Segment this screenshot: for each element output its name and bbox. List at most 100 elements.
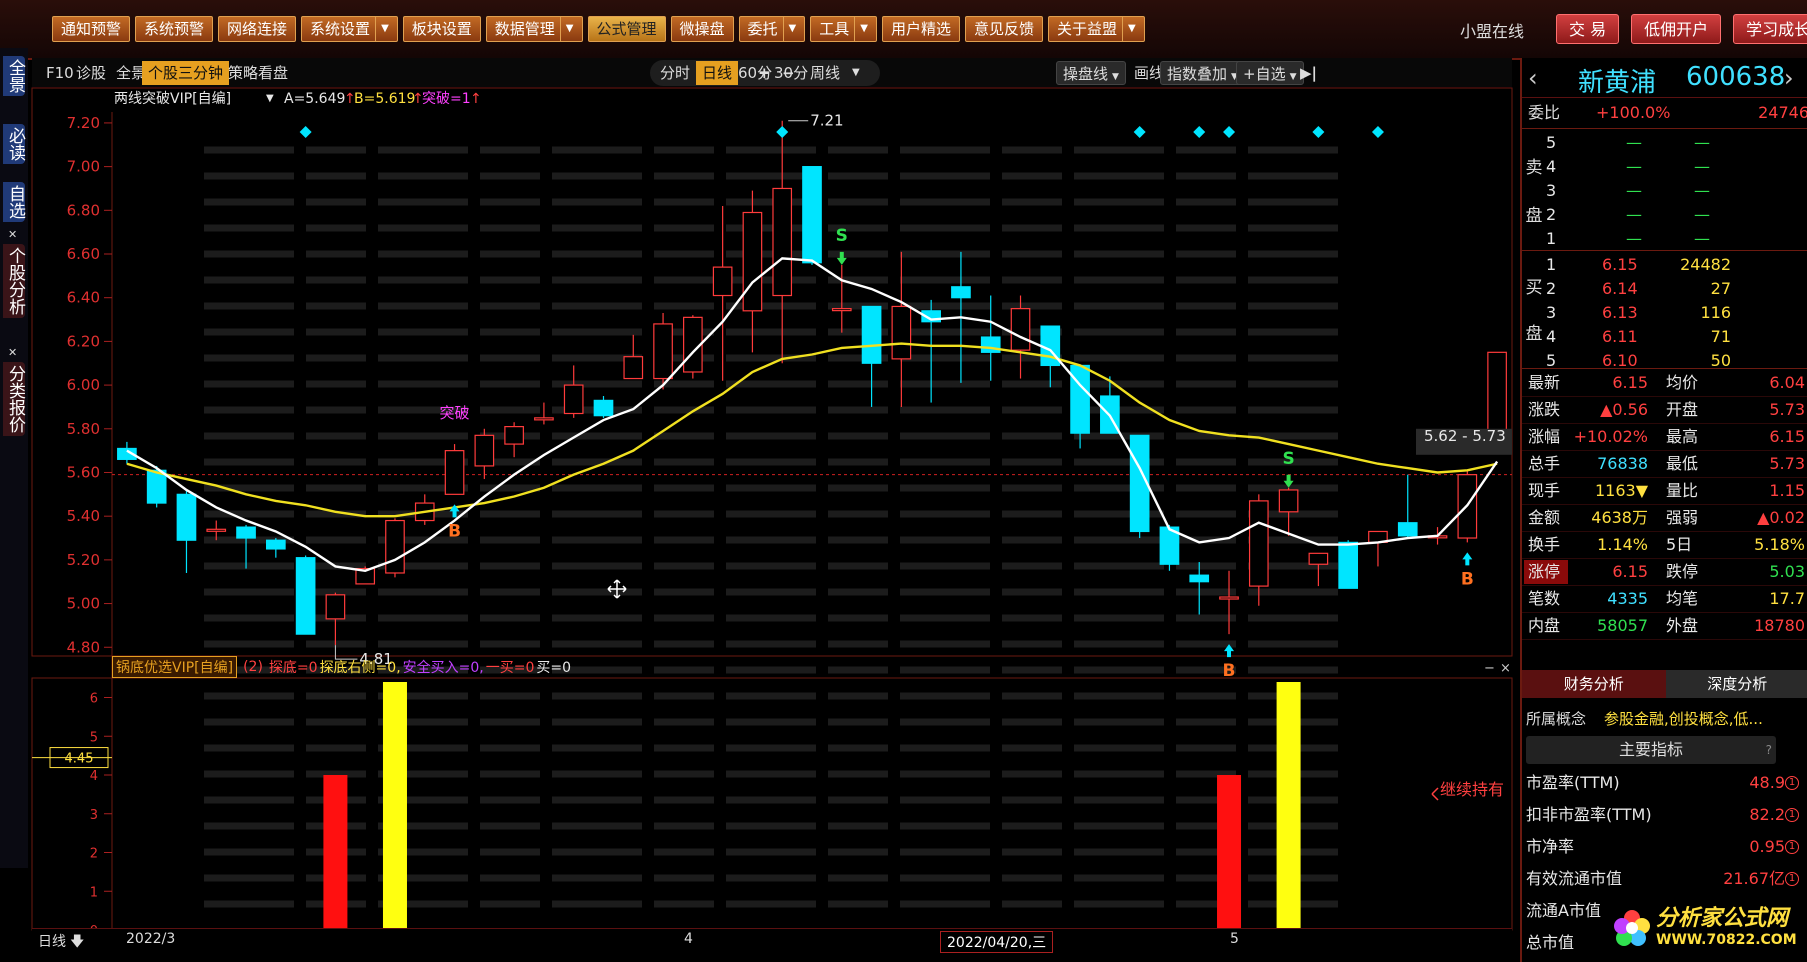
financial-label: 扣非市盈率(TTM) [1526,805,1652,824]
level-price: — [1626,205,1642,224]
level-volume: — [1694,157,1710,176]
buy-arrow-icon [1462,552,1473,566]
sub-tick-label: 2 [90,847,98,862]
candle [504,422,524,458]
breakout-label: 突破 [440,404,470,422]
sub-tick-label: 3 [90,808,98,823]
level-volume: 116 [1700,303,1731,322]
toolbar-left-3[interactable]: 个股三分钟 [142,61,230,85]
stock-header: ‹ 新黄浦 600638 › [1522,58,1807,98]
toolbar-right-0[interactable]: 操盘线 ▼ [1056,61,1126,85]
zoom-out-button[interactable]: − [776,61,801,85]
flower-logo-icon [1614,910,1650,946]
candle [1129,434,1150,539]
dropdown-icon[interactable]: ▼ [1112,72,1119,82]
candle-body [474,434,495,467]
candle [236,524,256,569]
quote-panel: ‹ 新黄浦 600638 › 委比 +100.0% 24746 5 — — 4 — — 3 —… [1520,58,1807,962]
analysis-tab-0[interactable]: 财务分析 [1522,670,1666,698]
toolbar-right-label: 操盘线 [1063,65,1109,83]
period-tab-0[interactable]: 分时 [654,61,696,85]
buy-level-row: 2 6.14 27 [1522,276,1807,302]
level-price: — [1626,157,1642,176]
top-marker-diamond [1133,126,1146,138]
row-divider [1522,639,1807,640]
sub-minimize-icon[interactable]: − [1484,661,1495,676]
buy-signal-label: B [1223,661,1236,681]
indicator-value-breakout: 突破=1 [422,91,471,107]
candle [176,489,197,573]
candle-body [563,384,584,415]
info-circle-icon[interactable]: 1 [1785,808,1799,822]
concept-row: 所属概念 参股金融,创投概念,低... [1522,706,1807,732]
candle [563,365,584,418]
candle-body [146,469,167,504]
financial-row: 市盈率(TTM) 48.9 [1522,770,1807,796]
candle [414,494,435,525]
main-indicator-name[interactable]: 两线突破VIP[自编] [114,88,231,110]
logo-text: 分析家公式网 [1656,906,1789,931]
quote-value: +10.02% [1573,427,1648,446]
stock-code: 600638 [1686,62,1786,92]
sub-tick-label: 4 [90,769,98,784]
top-marker-diamond [1193,126,1206,138]
price-tick-label: 6.60 [67,245,100,263]
info-circle-icon[interactable]: 1 [1785,872,1799,886]
collapse-panel-icon[interactable]: ▶| [1294,61,1323,85]
quote-row: 内盘 58057 外盘 18780 [1522,613,1807,639]
quote-label: 总手 [1528,454,1561,473]
info-circle-icon[interactable]: 1 [1785,776,1799,790]
sub-value-label: 4.45 [65,752,94,767]
analysis-tab-1[interactable]: 深度分析 [1665,670,1807,698]
price-tick-label: 5.60 [67,463,100,481]
main-indicators-header[interactable]: 主要指标 ? [1526,736,1776,764]
bottom-indicator-name[interactable]: 锅底优选VIP[自编] [112,656,238,678]
top-marker-diamond [776,126,789,138]
financial-row: 有效流通市值 21.67亿 [1522,866,1807,892]
toolbar-left-1[interactable]: 诊股 [70,61,112,85]
period-label[interactable]: 日线 [38,931,66,951]
level-num: 2 [1546,279,1557,298]
zoom-in-button[interactable]: + [752,61,777,85]
bottom-indicator-value-4: 买=0 [536,660,572,676]
bottom-indicator-param: (2) [243,659,263,675]
quote-value: 6.15 [1769,427,1805,446]
price-tick-label: 6.20 [67,332,100,350]
help-icon[interactable]: ? [1766,736,1772,764]
quote-label: 最新 [1528,373,1561,392]
main-indicator-dropdown-icon[interactable]: ▼ [266,88,274,110]
sub-close-icon[interactable]: × [1500,661,1511,676]
date-label-1: 2022/3 [126,931,176,947]
level-num: 3 [1546,181,1557,200]
signal-bar [382,682,407,930]
quote-row: 最新 6.15 均价 6.04 [1522,370,1807,396]
toolbar-left-4[interactable]: 策略看盘 [222,61,294,85]
bottom-indicator-bar: 锅底优选VIP[自编] (2) 探底=0 探底右侧=0, 安全买入=0, 一买=0 买=… [112,656,573,678]
level-num: 2 [1546,205,1557,224]
quote-label: 跌停 [1666,562,1699,581]
down-arrow-icon[interactable]: 🡇 [70,931,84,955]
buy-level-row: 3 6.13 116 [1522,300,1807,326]
next-stock-icon[interactable]: › [1784,64,1794,92]
level-price: 6.14 [1602,279,1638,298]
prev-stock-icon[interactable]: ‹ [1528,64,1538,92]
main-indicators-title: 主要指标 [1618,740,1683,759]
period-tab-4[interactable]: 周线 [804,61,846,85]
quote-value: 5.73 [1769,400,1805,419]
stock-name: 新黄浦 [1578,68,1657,98]
toolbar-right-label: 指数叠加 [1167,65,1228,83]
dropdown-icon[interactable]: ▼ [846,61,866,85]
quote-value: 1163▼ [1594,481,1648,500]
sell-level-row: 2 — — [1522,202,1807,228]
buy-side-label-2: 盘 [1525,324,1543,344]
level-num: 4 [1546,157,1557,176]
financial-value: 48.9 [1749,773,1785,792]
quote-value: 4638万 [1591,508,1648,527]
stock-app: 通知预警 系统预警 网络连接 系统设置 ▼ 板块设置 数据管理 ▼ 公式管理 微操盘 委托 ▼ 工具 ▼ 用… [0,0,1807,962]
top-marker-diamond [299,126,312,138]
concept-value[interactable]: 参股金融,创投概念,低... [1604,706,1763,732]
toolbar-right-2[interactable]: 指数叠加 ▼ [1160,61,1245,85]
candle-body [265,539,286,550]
candle-body [444,450,465,495]
info-circle-icon[interactable]: 1 [1785,840,1799,854]
